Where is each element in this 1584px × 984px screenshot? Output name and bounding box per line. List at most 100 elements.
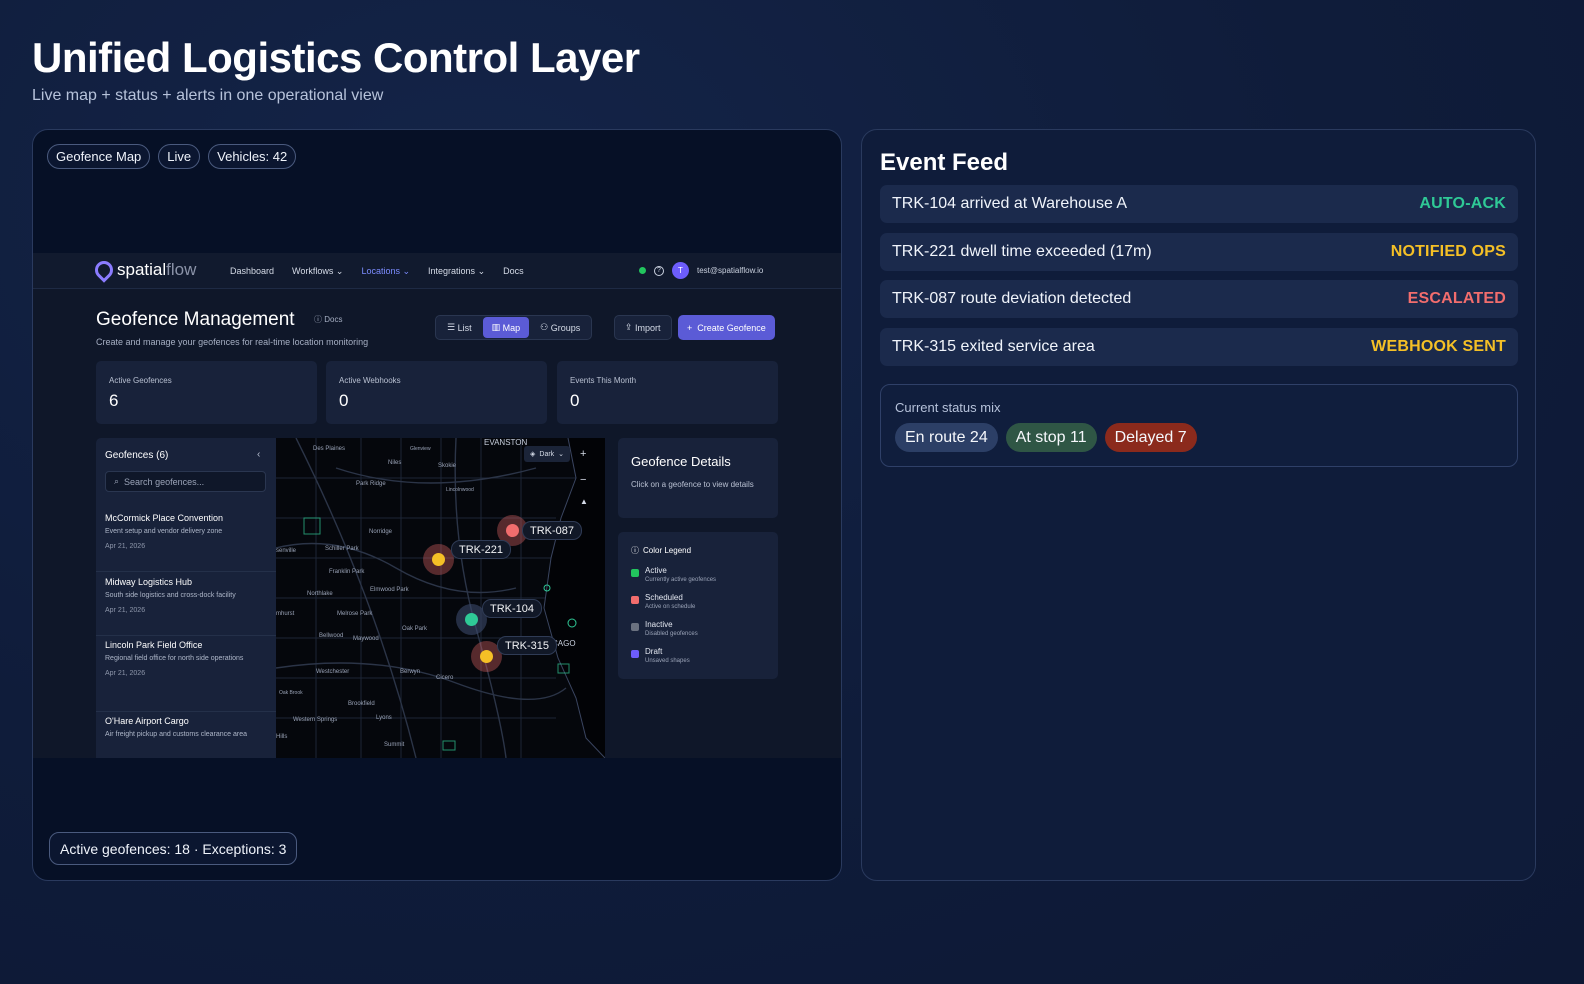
map-place-label: Lyons — [376, 715, 392, 721]
map-place-label: Elmwood Park — [370, 587, 409, 593]
user-email[interactable]: test@spatialflow.io — [697, 266, 763, 275]
truck-label: TRK-087 — [522, 521, 583, 540]
info-icon: ⓘ — [314, 315, 322, 324]
geofence-date: Apr 21, 2026 — [105, 542, 146, 550]
app-logo[interactable]: spatialflow — [91, 257, 196, 283]
legend-title: ⓘ Color Legend — [631, 546, 692, 555]
status-pill-at-stop: At stop 11 — [1005, 423, 1097, 452]
import-button[interactable]: ⇪ Import — [614, 315, 672, 340]
map-icon: ▥ — [491, 322, 503, 332]
logo-bold: spatial — [117, 260, 167, 279]
list-item[interactable]: McCormick Place Convention Event setup a… — [96, 510, 276, 572]
search-placeholder: Search geofences... — [124, 476, 205, 487]
event-feed-card: Event Feed TRK-104 arrived at Warehouse … — [861, 129, 1536, 881]
status-pill-delayed: Delayed 7 — [1104, 423, 1197, 452]
event-row[interactable]: TRK-087 route deviation detected ESCALAT… — [880, 280, 1518, 318]
map-place-label: Melrose Park — [337, 611, 373, 617]
map-place-label: Summit — [384, 742, 405, 748]
app-nav: Dashboard Workflows ⌄ Locations ⌄ Integr… — [230, 253, 524, 289]
status-mix-box: Current status mix En route 24 At stop 1… — [880, 384, 1518, 467]
map-place-label: Berwyn — [400, 669, 421, 675]
geofence-name: Lincoln Park Field Office — [105, 640, 203, 650]
view-groups-button[interactable]: ⚇ Groups — [531, 317, 589, 338]
map-view[interactable]: EVANSTON Des Plaines Niles Glenview Skok… — [276, 438, 605, 758]
avatar[interactable]: T — [672, 262, 689, 279]
chip-geofence-map[interactable]: Geofence Map — [47, 144, 151, 169]
online-status-icon — [639, 267, 646, 274]
nav-docs[interactable]: Docs — [503, 266, 524, 276]
chip-vehicles[interactable]: Vehicles: 42 — [208, 144, 297, 169]
legend-name: Scheduled — [645, 593, 683, 602]
help-icon[interactable]: ? — [654, 265, 664, 276]
groups-icon: ⚇ — [540, 322, 551, 332]
map-place-label: Glenview — [410, 446, 431, 452]
plus-icon: + — [687, 322, 698, 333]
event-row[interactable]: TRK-221 dwell time exceeded (17m) NOTIFI… — [880, 233, 1518, 271]
view-map-button[interactable]: ▥ Map — [482, 317, 530, 338]
event-status: AUTO-ACK — [1419, 195, 1506, 212]
chevron-down-icon: ⌄ — [402, 265, 411, 276]
legend-name: Active — [645, 566, 667, 575]
stat-active-webhooks: Active Webhooks 0 — [326, 361, 547, 424]
map-place-label: Lincolnwood — [446, 487, 474, 493]
event-row[interactable]: TRK-315 exited service area WEBHOOK SENT — [880, 328, 1518, 366]
app-page-title: Geofence Management — [96, 309, 295, 330]
event-text: TRK-104 arrived at Warehouse A — [892, 195, 1128, 212]
map-card: Geofence Map Live Vehicles: 42 spatialfl… — [32, 129, 842, 881]
docs-link[interactable]: ⓘ Docs — [314, 314, 342, 325]
chip-live[interactable]: Live — [158, 144, 201, 169]
chevron-down-icon: ⌄ — [335, 265, 344, 276]
list-item[interactable]: O'Hare Airport Cargo Air freight pickup … — [96, 713, 276, 758]
collapse-icon[interactable]: ‹ — [257, 449, 260, 460]
nav-locations[interactable]: Locations ⌄ — [361, 266, 410, 277]
status-mix-label: Current status mix — [895, 400, 1001, 415]
map-place-label: EVANSTON — [484, 438, 528, 447]
event-feed-title: Event Feed — [880, 149, 1009, 176]
geofence-name: Midway Logistics Hub — [105, 577, 193, 587]
legend-sub: Currently active geofences — [645, 577, 717, 583]
compass-icon[interactable]: ▲ — [580, 497, 588, 506]
map-place-label: Norridge — [369, 529, 393, 535]
stat-value: 0 — [570, 391, 580, 410]
event-text: TRK-221 dwell time exceeded (17m) — [892, 243, 1152, 260]
map-place-label: senville — [276, 548, 297, 554]
event-status: WEBHOOK SENT — [1371, 338, 1506, 355]
nav-integrations[interactable]: Integrations ⌄ — [428, 266, 485, 277]
stat-active-geofences: Active Geofences 6 — [96, 361, 317, 424]
map-style-toggle[interactable]: ◈ Dark ⌄ — [524, 446, 571, 462]
geofence-list-heading: Geofences (6) — [105, 450, 169, 461]
zoom-in-button[interactable]: + — [580, 448, 586, 460]
geofence-list: Geofences (6) ‹ ⌕ Search geofences... Mc… — [96, 438, 276, 758]
page-subtitle: Live map + status + alerts in one operat… — [32, 87, 384, 104]
list-item[interactable]: Lincoln Park Field Office Regional field… — [96, 637, 276, 712]
map-place-label: Brookfield — [348, 701, 375, 707]
details-body: Click on a geofence to view details — [631, 480, 754, 489]
list-item[interactable]: Midway Logistics Hub South side logistic… — [96, 574, 276, 636]
event-text: TRK-315 exited service area — [892, 338, 1095, 355]
map-place-label: Niles — [388, 460, 402, 466]
nav-dashboard[interactable]: Dashboard — [230, 266, 274, 276]
map-place-label: mhurst — [276, 611, 295, 617]
truck-dot — [465, 613, 478, 626]
status-mix-pills: En route 24 At stop 11 Delayed 7 — [895, 423, 1197, 452]
truck-dot — [432, 553, 445, 566]
map-place-label: Franklin Park — [329, 569, 365, 575]
stat-value: 6 — [109, 391, 119, 410]
legend-swatch — [631, 569, 639, 577]
stat-label: Events This Month — [570, 376, 637, 385]
truck-dot — [506, 524, 519, 537]
stat-events-this-month: Events This Month 0 — [557, 361, 778, 424]
view-list-button[interactable]: ☰ List — [438, 317, 481, 338]
zoom-out-button[interactable]: − — [580, 474, 586, 486]
info-icon: ⓘ — [631, 546, 639, 555]
legend-item-inactive: Inactive Disabled geofences — [631, 620, 698, 637]
geofence-date: Apr 21, 2026 — [105, 606, 146, 614]
map-place-label: Cicero — [436, 675, 454, 681]
event-row[interactable]: TRK-104 arrived at Warehouse A AUTO-ACK — [880, 185, 1518, 223]
nav-workflows[interactable]: Workflows ⌄ — [292, 266, 343, 277]
chevron-down-icon: ⌄ — [558, 451, 565, 458]
create-geofence-button[interactable]: + Create Geofence — [678, 315, 775, 340]
legend-item-active: Active Currently active geofences — [631, 566, 716, 583]
search-input[interactable]: ⌕ Search geofences... — [105, 471, 266, 492]
geofence-name: O'Hare Airport Cargo — [105, 716, 189, 726]
